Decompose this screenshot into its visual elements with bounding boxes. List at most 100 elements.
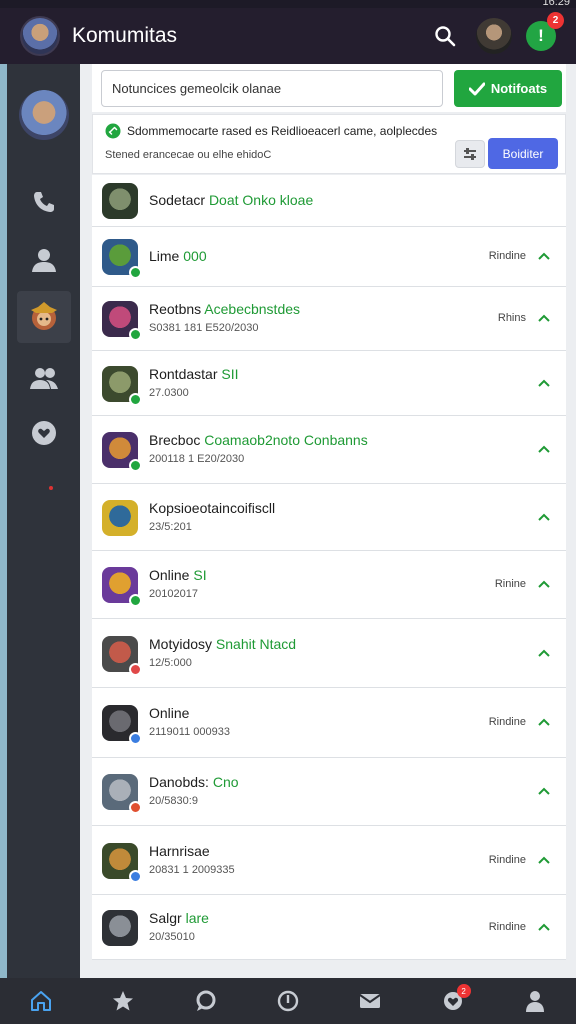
chevron-up-icon[interactable] bbox=[536, 249, 552, 265]
row-tag: Snahit Ntacd bbox=[215, 636, 297, 652]
game-icon bbox=[102, 366, 142, 406]
chevron-up-icon[interactable] bbox=[536, 510, 552, 526]
list-item[interactable]: Online SI 20102017 Rinine bbox=[92, 551, 566, 619]
chevron-up-icon[interactable] bbox=[536, 442, 552, 458]
alert-badge: 2 bbox=[547, 12, 564, 29]
row-subtitle: 20831 1 2009335 bbox=[149, 864, 235, 876]
notify-button[interactable]: Notifoats bbox=[454, 70, 562, 107]
row-title-text: Online bbox=[149, 705, 190, 721]
sidebar bbox=[7, 64, 80, 978]
star-icon bbox=[113, 991, 134, 1011]
row-subtitle: 2119011 000933 bbox=[149, 726, 230, 738]
row-status: Rinine bbox=[494, 578, 526, 590]
profile-icon bbox=[525, 991, 544, 1012]
row-subtitle: 27.0300 bbox=[149, 387, 189, 399]
sidebar-item-calls[interactable] bbox=[17, 176, 71, 228]
chevron-up-icon[interactable] bbox=[536, 646, 552, 662]
app-logo-avatar[interactable] bbox=[20, 16, 60, 56]
community-list: Sodetacr Doat Onko kloae Lime 000 Rindine R… bbox=[92, 175, 566, 960]
nav-chat[interactable] bbox=[186, 981, 226, 1021]
nav-messages[interactable] bbox=[350, 981, 390, 1021]
row-subtitle: 23/5:201 bbox=[149, 521, 192, 533]
row-status: Rindine bbox=[488, 716, 526, 728]
sidebar-item-friends[interactable] bbox=[17, 234, 71, 286]
user-avatar[interactable] bbox=[476, 18, 512, 54]
game-icon bbox=[102, 239, 142, 279]
chevron-up-icon[interactable] bbox=[536, 376, 552, 392]
row-title: Online bbox=[149, 705, 189, 721]
nav-info[interactable] bbox=[268, 981, 308, 1021]
list-item[interactable]: Brecboc Coamaob2noto Conbanns 200118 1 E2… bbox=[92, 416, 566, 484]
game-icon bbox=[102, 183, 138, 219]
alert-button[interactable]: ! 2 bbox=[526, 12, 564, 51]
nav-notifications[interactable]: 2 bbox=[433, 981, 473, 1021]
row-title: Reotbns Acebecbnstdes bbox=[149, 301, 300, 317]
game-icon bbox=[102, 705, 142, 745]
status-mini-icon bbox=[129, 328, 142, 341]
row-title-text: Reotbns bbox=[149, 301, 202, 317]
row-tag: Acebecbnstdes bbox=[204, 301, 301, 317]
list-item[interactable]: Rontdastar SII 27.0300 bbox=[92, 351, 566, 416]
row-title-text: Motyidosy bbox=[149, 636, 213, 652]
row-tag: SI bbox=[193, 567, 207, 583]
chevron-up-icon[interactable] bbox=[536, 784, 552, 800]
row-title: Harnrisae bbox=[149, 843, 210, 859]
list-item[interactable]: Motyidosy Snahit Ntacd 12/5:000 bbox=[92, 619, 566, 688]
info-subtext: Stened erancecae ou elhe ehidoC bbox=[105, 149, 272, 161]
list-item[interactable]: Harnrisae 20831 1 2009335 Rindine bbox=[92, 826, 566, 895]
row-subtitle: 20/35010 bbox=[149, 931, 195, 943]
game-icon bbox=[102, 432, 142, 472]
row-tag: Doat bbox=[208, 192, 239, 208]
list-item[interactable]: Reotbns Acebecbnstdes S0381 181 E520/2030… bbox=[92, 287, 566, 351]
row-subtitle: 12/5:000 bbox=[149, 657, 192, 669]
list-item[interactable]: Kopsioeotaincoifiscll 23/5:201 bbox=[92, 484, 566, 551]
row-title: Brecboc Coamaob2noto Conbanns bbox=[149, 432, 368, 448]
row-status: Rindine bbox=[488, 854, 526, 866]
sidebar-item-groups[interactable] bbox=[17, 352, 71, 404]
row-status: Rhins bbox=[497, 312, 526, 324]
row-tag-extra: Onko kloae bbox=[238, 192, 314, 208]
list-item[interactable]: Sodetacr Doat Onko kloae bbox=[92, 175, 566, 227]
nav-favorites[interactable] bbox=[103, 981, 143, 1021]
nav-badge: 2 bbox=[456, 984, 471, 998]
check-icon bbox=[468, 82, 485, 95]
heart-badge-icon bbox=[32, 421, 56, 445]
row-status: Rindine bbox=[488, 921, 526, 933]
row-title: Motyidosy Snahit Ntacd bbox=[149, 636, 296, 652]
sidebar-item-favorites[interactable] bbox=[17, 407, 71, 459]
list-item[interactable]: Danobds: Cno 20/5830:9 bbox=[92, 758, 566, 826]
row-title-text: Kopsioeotaincoifiscll bbox=[149, 500, 276, 516]
info-line: Sdommemocarte rased es Reidlioeacerl cam… bbox=[105, 123, 437, 139]
home-icon bbox=[31, 991, 52, 1011]
exclamation-icon: ! bbox=[538, 26, 544, 45]
row-subtitle: S0381 181 E520/2030 bbox=[149, 322, 259, 334]
chevron-up-icon[interactable] bbox=[536, 715, 552, 731]
search-button[interactable] bbox=[430, 21, 460, 51]
list-item[interactable]: Online 2119011 000933 Rindine bbox=[92, 688, 566, 758]
game-icon bbox=[102, 843, 142, 883]
row-title: Salgr lare bbox=[149, 910, 209, 926]
status-bar: 16:29 bbox=[0, 0, 576, 8]
notice-input[interactable] bbox=[101, 70, 443, 107]
bottom-nav: 2 bbox=[0, 978, 576, 1024]
chevron-up-icon[interactable] bbox=[536, 920, 552, 936]
list-item[interactable]: Lime 000 Rindine bbox=[92, 227, 566, 287]
nav-profile[interactable] bbox=[515, 981, 555, 1021]
left-edge-strip bbox=[0, 64, 7, 978]
settings-toggle-button[interactable] bbox=[455, 140, 485, 168]
row-subtitle: 20102017 bbox=[149, 588, 198, 600]
edit-button[interactable]: Boiditer bbox=[488, 138, 558, 169]
row-subtitle: 20/5830:9 bbox=[149, 795, 198, 807]
nav-home[interactable] bbox=[21, 981, 61, 1021]
status-mini-icon bbox=[129, 870, 142, 883]
chevron-up-icon[interactable] bbox=[536, 853, 552, 869]
row-title: Sodetacr Doat Onko kloae bbox=[149, 192, 313, 208]
chevron-up-icon[interactable] bbox=[536, 311, 552, 327]
row-title: Rontdastar SII bbox=[149, 366, 239, 382]
chevron-up-icon[interactable] bbox=[536, 577, 552, 593]
row-tag: Cno bbox=[212, 774, 239, 790]
sidebar-item-guild[interactable] bbox=[17, 291, 71, 343]
list-item[interactable]: Salgr lare 20/35010 Rindine bbox=[92, 895, 566, 960]
search-icon bbox=[435, 26, 456, 47]
sidebar-profile-avatar[interactable] bbox=[19, 90, 69, 140]
